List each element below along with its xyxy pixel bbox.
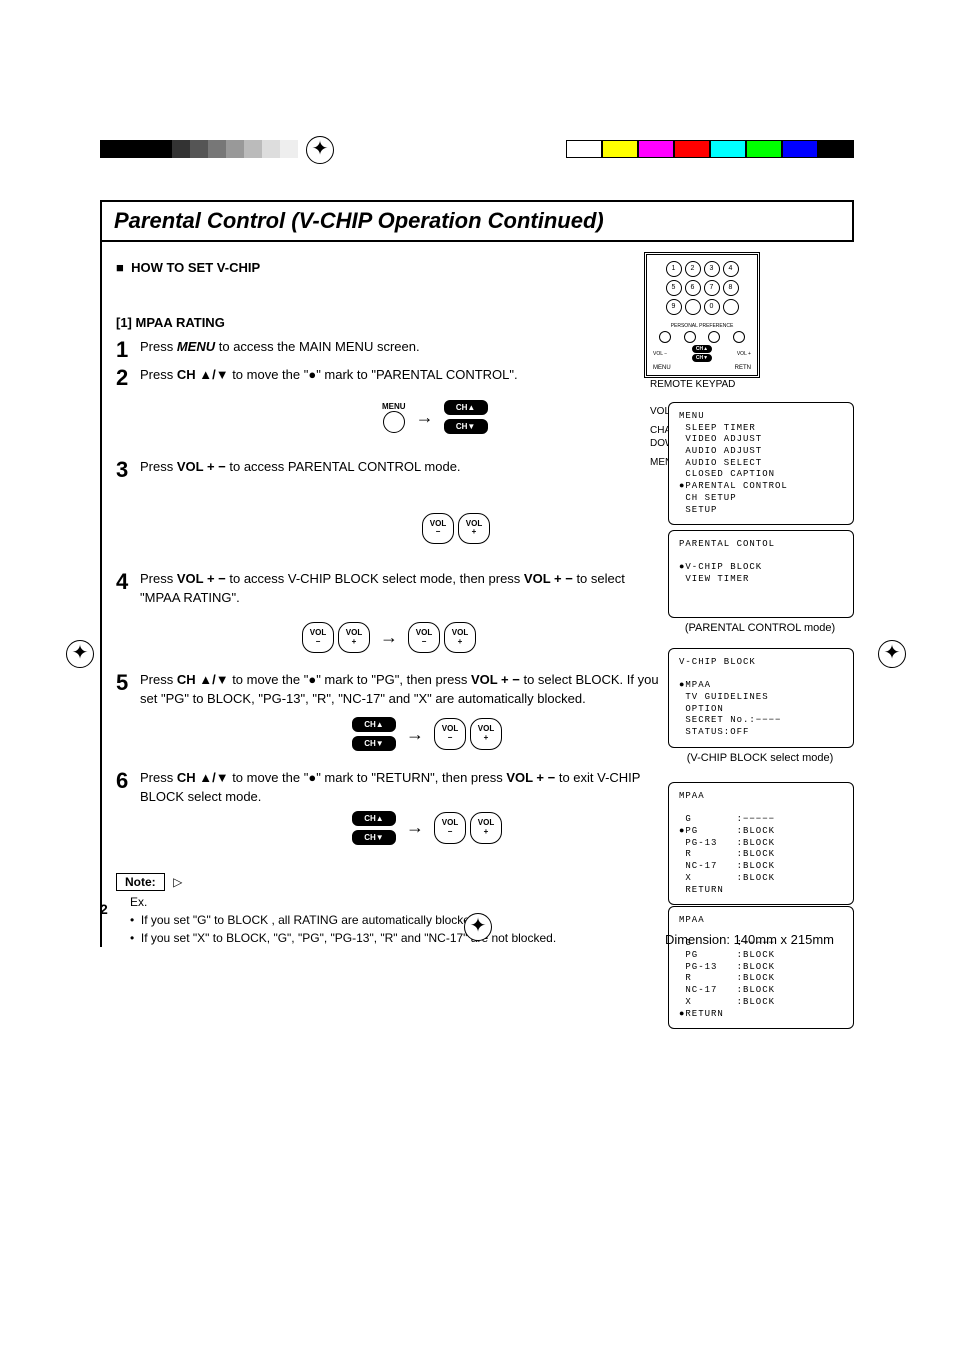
pref-key bbox=[708, 331, 720, 343]
remote-key: 8 bbox=[723, 280, 739, 296]
screen-caption: (V-CHIP BLOCK select mode) bbox=[668, 752, 852, 764]
vol-plus-button[interactable]: VOL+ bbox=[338, 622, 370, 654]
note-arrow-icon: ▷ bbox=[173, 875, 182, 889]
registration-mark-bottom-icon bbox=[464, 913, 492, 941]
vol-minus-button[interactable]: VOL− bbox=[422, 513, 454, 545]
note-bullet: If you set "X" to BLOCK, "G", "PG", "PG-… bbox=[141, 931, 556, 945]
ch-down-button[interactable]: CH▼ bbox=[444, 419, 488, 434]
vol-plus-key: VOL + bbox=[737, 351, 751, 357]
note-bullet: If you set "G" to BLOCK , all RATING are… bbox=[141, 913, 480, 927]
remote-key: 7 bbox=[704, 280, 720, 296]
menu-label-small: MENU bbox=[653, 365, 671, 371]
remote-pref-label: PERSONAL PREFERENCE bbox=[651, 323, 753, 329]
menu-btn-label: MENU bbox=[382, 402, 406, 411]
pref-key bbox=[684, 331, 696, 343]
arrow-icon: → bbox=[400, 724, 430, 745]
vchip-block-screen: V-CHIP BLOCK ●MPAA TV GUIDELINES OPTION … bbox=[668, 648, 854, 764]
remote-box: 1 2 3 4 5 6 7 8 9 0 PERSONAL PREFERENCE bbox=[644, 252, 760, 378]
remote-key: 6 bbox=[685, 280, 701, 296]
remote-key bbox=[723, 299, 739, 315]
ch-down-button[interactable]: CH▼ bbox=[352, 830, 396, 845]
pref-key bbox=[659, 331, 671, 343]
footer-dimension: Dimension: 140mm x 215mm bbox=[665, 932, 834, 947]
ch-down-button[interactable]: CH▼ bbox=[352, 736, 396, 751]
step-number: 1 bbox=[116, 338, 140, 362]
vol-plus-button[interactable]: VOL+ bbox=[444, 622, 476, 654]
main-menu-screen: MENU SLEEP TIMER VIDEO ADJUST AUDIO ADJU… bbox=[668, 402, 854, 541]
color-bar-left bbox=[100, 140, 298, 158]
retn-label-small: RETN bbox=[735, 365, 751, 371]
step-number: 6 bbox=[116, 769, 140, 793]
page-number: 2 bbox=[100, 901, 108, 917]
page-title: Parental Control (V-CHIP Operation Conti… bbox=[100, 200, 854, 242]
registration-mark-right-icon bbox=[878, 640, 906, 668]
ch-down-key: CH▼ bbox=[692, 354, 712, 362]
remote-key: 1 bbox=[666, 261, 682, 277]
vol-minus-button[interactable]: VOL− bbox=[408, 622, 440, 654]
remote-key: 5 bbox=[666, 280, 682, 296]
menu-button-icon[interactable] bbox=[383, 411, 405, 433]
step-number: 2 bbox=[116, 366, 140, 390]
ch-up-button[interactable]: CH▲ bbox=[352, 811, 396, 826]
note-label: Note: bbox=[116, 873, 165, 891]
arrow-icon: → bbox=[374, 627, 404, 648]
arrow-icon: → bbox=[400, 817, 430, 838]
top-color-bar bbox=[100, 140, 854, 158]
step-number: 4 bbox=[116, 570, 140, 594]
remote-key: 3 bbox=[704, 261, 720, 277]
registration-mark-left-icon bbox=[66, 640, 94, 668]
vol-plus-button[interactable]: VOL+ bbox=[458, 513, 490, 545]
remote-key: 9 bbox=[666, 299, 682, 315]
ch-up-button[interactable]: CH▲ bbox=[444, 400, 488, 415]
mpaa-screen-1: MPAA G :−−−−−●PG :BLOCK PG-13 :BLOCK R :… bbox=[668, 782, 854, 905]
remote-key: 2 bbox=[685, 261, 701, 277]
mpaa-screen-2: MPAA G :−−−−− PG :BLOCK PG-13 :BLOCK R :… bbox=[668, 906, 854, 1029]
parental-control-screen: PARENTAL CONTOL ●V-CHIP BLOCK VIEW TIMER… bbox=[668, 530, 854, 634]
color-bar-right bbox=[566, 140, 854, 158]
vol-minus-key: VOL − bbox=[653, 351, 667, 357]
remote-key: 4 bbox=[723, 261, 739, 277]
remote-label-keypad: REMOTE KEYPAD bbox=[650, 378, 740, 391]
screen-caption: (PARENTAL CONTROL mode) bbox=[668, 622, 852, 634]
ch-up-key: CH▲ bbox=[692, 345, 712, 353]
vol-minus-button[interactable]: VOL− bbox=[434, 718, 466, 750]
vol-plus-button[interactable]: VOL+ bbox=[470, 812, 502, 844]
remote-key bbox=[685, 299, 701, 315]
vol-minus-button[interactable]: VOL− bbox=[302, 622, 334, 654]
registration-mark-icon bbox=[306, 136, 334, 164]
step-number: 5 bbox=[116, 671, 140, 695]
vol-plus-button[interactable]: VOL+ bbox=[470, 718, 502, 750]
pref-key bbox=[733, 331, 745, 343]
step-number: 3 bbox=[116, 458, 140, 482]
remote-key: 0 bbox=[704, 299, 720, 315]
arrow-icon: → bbox=[410, 407, 440, 428]
ch-up-button[interactable]: CH▲ bbox=[352, 717, 396, 732]
vol-minus-button[interactable]: VOL− bbox=[434, 812, 466, 844]
